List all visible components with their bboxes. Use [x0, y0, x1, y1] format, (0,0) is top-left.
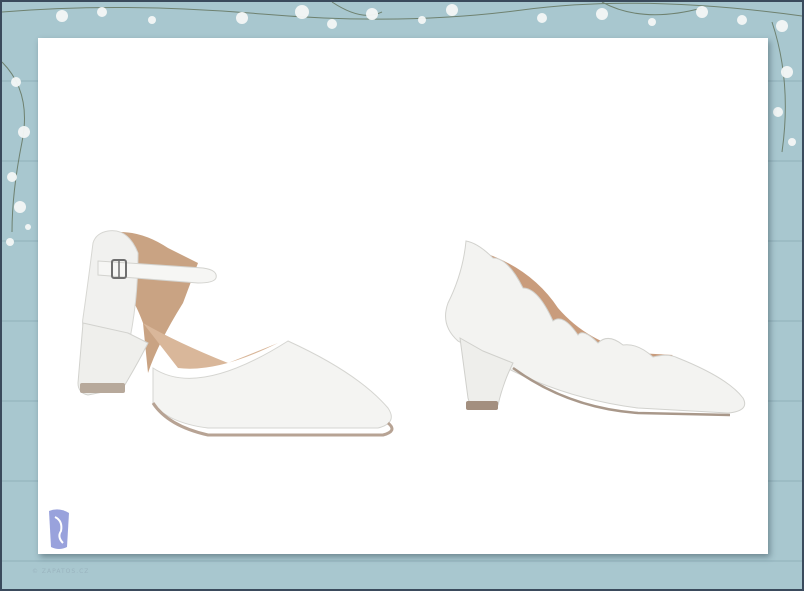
left-shoe-image — [77, 230, 394, 437]
image-frame: © ZAPATOS.CZ — [0, 0, 804, 591]
product-panel — [38, 38, 768, 554]
brand-logo — [49, 509, 69, 549]
right-shoe-image — [445, 240, 746, 417]
watermark-text: © ZAPATOS.CZ — [32, 568, 90, 575]
